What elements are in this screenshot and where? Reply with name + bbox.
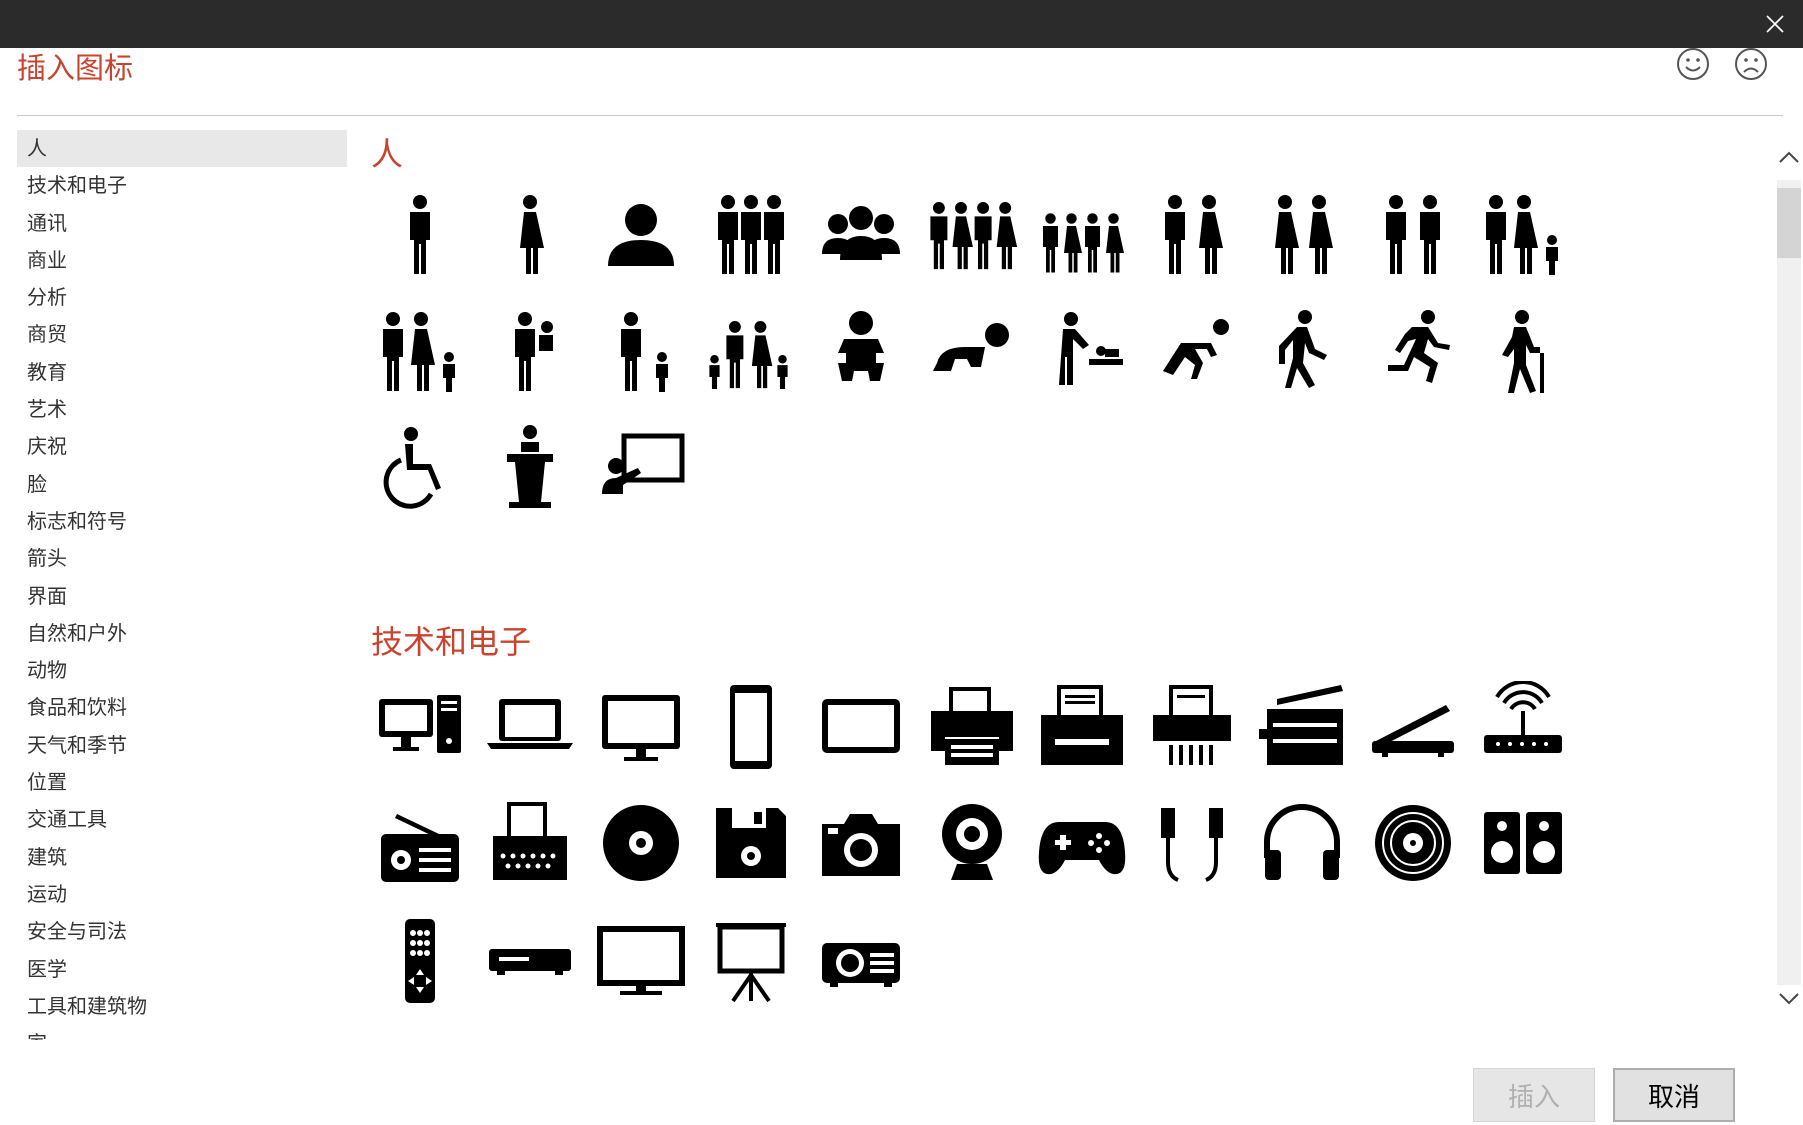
close-button[interactable] xyxy=(1757,8,1793,40)
category-item[interactable]: 人 xyxy=(17,130,347,168)
user-icon[interactable] xyxy=(578,170,704,296)
cancel-button[interactable]: 取消 xyxy=(1613,1068,1735,1122)
section-title-tech: 技术和电子 xyxy=(371,623,532,661)
running-person-icon[interactable] xyxy=(1350,287,1476,413)
copier-icon[interactable] xyxy=(1239,663,1365,789)
category-item[interactable]: 食品和饮料 xyxy=(17,689,347,726)
category-item[interactable]: 艺术 xyxy=(17,391,347,428)
category-list: 人技术和电子 通讯 商业 分析 商贸 教育 艺术 庆祝脸标志和符号 箭头 界面 自然和户外 动物 食品和… xyxy=(17,130,347,1040)
baby-icon[interactable] xyxy=(798,287,924,413)
woman-icon[interactable] xyxy=(467,170,593,296)
crawling-person-icon[interactable] xyxy=(1129,287,1255,413)
category-item[interactable]: 运动 xyxy=(17,876,347,913)
camera-icon[interactable] xyxy=(798,780,924,906)
category-item[interactable]: 通讯 xyxy=(17,205,347,242)
category-item[interactable]: 商贸 xyxy=(17,316,347,353)
chevron-up-icon xyxy=(1779,151,1799,163)
category-item[interactable]: 天气和季节 xyxy=(17,727,347,764)
desktop-computer-icon[interactable] xyxy=(365,663,483,789)
man-icon[interactable] xyxy=(365,170,483,296)
wheelchair-icon[interactable] xyxy=(365,404,483,530)
typewriter-icon[interactable] xyxy=(467,780,593,906)
baby-changing-icon[interactable] xyxy=(1019,287,1145,413)
remote-control-icon[interactable] xyxy=(365,897,483,1023)
printer-icon[interactable] xyxy=(909,663,1035,789)
category-item[interactable]: 商业 xyxy=(17,242,347,279)
smile-icon xyxy=(1677,48,1709,80)
radio-icon[interactable] xyxy=(365,780,483,906)
frown-icon xyxy=(1735,48,1767,80)
scroll-track[interactable] xyxy=(1777,180,1801,985)
user-group-icon[interactable] xyxy=(798,170,924,296)
speaker-at-podium-icon[interactable] xyxy=(467,404,593,530)
category-item[interactable]: 脸 xyxy=(17,466,347,503)
dialog-title: 插入图标 xyxy=(17,51,134,85)
family-with-child-icon[interactable] xyxy=(1460,170,1586,296)
laptop-icon[interactable] xyxy=(467,663,593,789)
feedback-group xyxy=(1675,46,1769,82)
webcam-icon[interactable] xyxy=(909,780,1035,906)
dvd-player-icon[interactable] xyxy=(467,897,593,1023)
category-item[interactable]: 自然和户外 xyxy=(17,615,347,652)
category-item[interactable]: 界面 xyxy=(17,578,347,615)
tablet-icon[interactable] xyxy=(798,663,924,789)
floppy-disk-icon[interactable] xyxy=(688,780,814,906)
man-holding-baby-icon[interactable] xyxy=(467,287,593,413)
projector-icon[interactable] xyxy=(798,897,924,1023)
scroll-up-button[interactable] xyxy=(1775,150,1803,174)
category-item[interactable]: 庆祝 xyxy=(17,428,347,465)
category-item[interactable]: 医学 xyxy=(17,951,347,988)
family-four-icon[interactable] xyxy=(365,287,483,413)
speakers-icon[interactable] xyxy=(1460,780,1586,906)
family-kids-icon[interactable] xyxy=(688,287,814,413)
category-item[interactable]: 箭头 xyxy=(17,540,347,577)
crawling-baby-icon[interactable] xyxy=(909,287,1035,413)
scroll-thumb[interactable] xyxy=(1777,188,1801,258)
category-item[interactable]: 技术和电子 xyxy=(17,167,347,204)
two-women-icon[interactable] xyxy=(1239,170,1365,296)
header-divider xyxy=(17,115,1783,116)
two-men-icon[interactable] xyxy=(1350,170,1476,296)
chevron-down-icon xyxy=(1779,993,1799,1005)
vertical-scrollbar[interactable] xyxy=(1775,130,1803,1040)
close-icon xyxy=(1766,15,1784,33)
wifi-router-icon[interactable] xyxy=(1460,663,1586,789)
category-item[interactable]: 分析 xyxy=(17,279,347,316)
walking-person-icon[interactable] xyxy=(1239,287,1365,413)
smile-feedback-button[interactable] xyxy=(1675,46,1711,82)
category-item[interactable]: 工具和建筑物 xyxy=(17,988,347,1025)
category-item[interactable]: 建筑 xyxy=(17,839,347,876)
category-item[interactable]: 标志和符号 xyxy=(17,503,347,540)
projector-screen-icon[interactable] xyxy=(688,897,814,1023)
man-with-child-icon[interactable] xyxy=(578,287,704,413)
presenter-at-board-icon[interactable] xyxy=(578,404,704,530)
category-item[interactable]: 位置 xyxy=(17,764,347,801)
game-controller-icon[interactable] xyxy=(1019,780,1145,906)
frown-feedback-button[interactable] xyxy=(1733,46,1769,82)
children-four-icon[interactable] xyxy=(1019,170,1145,296)
smartphone-icon[interactable] xyxy=(688,663,814,789)
scanner-icon[interactable] xyxy=(1350,663,1476,789)
group-icon[interactable] xyxy=(688,170,814,296)
people-four-icon[interactable] xyxy=(909,170,1035,296)
category-item[interactable]: 安全与司法 xyxy=(17,913,347,950)
insert-button[interactable]: 插入 xyxy=(1473,1068,1595,1122)
earbuds-icon[interactable] xyxy=(1129,780,1255,906)
category-item[interactable]: 交通工具 xyxy=(17,801,347,838)
headphones-icon[interactable] xyxy=(1239,780,1365,906)
vinyl-record-icon[interactable] xyxy=(1350,780,1476,906)
shredder-icon[interactable] xyxy=(1129,663,1255,789)
scroll-down-button[interactable] xyxy=(1775,992,1803,1016)
category-item[interactable]: 家 xyxy=(17,1025,347,1040)
icon-gallery: 人 技术和电子 xyxy=(365,130,1755,1040)
category-item[interactable]: 教育 xyxy=(17,354,347,391)
monitor-icon[interactable] xyxy=(578,663,704,789)
man-and-woman-icon[interactable] xyxy=(1129,170,1255,296)
fax-printer-icon[interactable] xyxy=(1019,663,1145,789)
disc-icon[interactable] xyxy=(578,780,704,906)
category-item[interactable]: 动物 xyxy=(17,652,347,689)
title-bar xyxy=(0,0,1803,48)
tv-icon[interactable] xyxy=(578,897,704,1023)
elderly-with-cane-icon[interactable] xyxy=(1460,287,1586,413)
